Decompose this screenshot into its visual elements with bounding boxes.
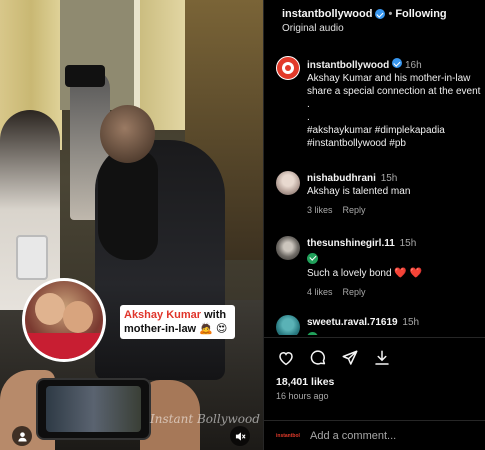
inset-couple-photo (22, 278, 106, 362)
video-watermark: Instant Bollywood (150, 412, 260, 426)
curtain-middle (140, 0, 185, 130)
heart-icon (279, 351, 293, 366)
comment-time: 15h (399, 238, 417, 249)
account-avatar[interactable] (276, 56, 300, 80)
hugging-man-head (100, 105, 155, 163)
comment-text: Akshay is talented man (307, 186, 411, 197)
caption-time: 16h (405, 60, 422, 71)
tagged-users-button[interactable] (12, 426, 32, 446)
phone-recording (36, 378, 151, 440)
comments-scroll-area[interactable]: instantbollywood 16h Akshay Kumar and hi… (264, 50, 485, 335)
comment-icon (310, 350, 326, 365)
divider (264, 337, 485, 338)
reply-button[interactable]: Reply (343, 204, 366, 217)
video-camera (65, 65, 105, 87)
caption-line: Akshay Kumar and his mother-in-law (307, 73, 471, 84)
action-bar (276, 346, 392, 370)
comment-composer: instantbollywood (264, 420, 485, 450)
comment-button[interactable] (308, 348, 328, 368)
header-separator: • (388, 8, 393, 20)
caption-dot: . (307, 99, 310, 110)
comment-text: Such a lovely bond (307, 268, 392, 279)
mute-button[interactable] (230, 426, 250, 446)
comment-username[interactable]: thesunshinegirl.11 (307, 238, 395, 249)
composer-logo: instantbollywood (276, 432, 300, 439)
hashtags[interactable]: #instantbollywood #pb (307, 137, 485, 150)
avatar[interactable] (276, 315, 300, 335)
caption-text-2: mother-in-law (124, 323, 197, 335)
caption-highlight: Akshay Kumar (124, 309, 202, 321)
likes-count[interactable]: 18,401 likes (276, 376, 334, 388)
audio-link[interactable]: Original audio (282, 23, 485, 34)
caption-dot: . (307, 112, 310, 123)
post-age: 16 hours ago (276, 391, 329, 401)
avatar[interactable] (276, 171, 300, 195)
comment-likes[interactable]: 3 likes (307, 204, 333, 217)
green-check-icon (307, 331, 318, 335)
comment-time: 15h (380, 173, 398, 184)
reply-button[interactable]: Reply (343, 286, 366, 299)
comment-username[interactable]: sweetu.raval.71619 (307, 317, 398, 328)
download-button[interactable] (372, 348, 392, 368)
hashtags[interactable]: #akshaykumar #dimplekapadia (307, 124, 485, 137)
post-panel: instantbollywood • Following Original au… (263, 0, 485, 450)
verified-badge-icon (375, 9, 386, 19)
user-icon (17, 431, 27, 442)
caption-emojis: 🙇 😍 (196, 323, 228, 335)
following-button[interactable]: Following (395, 8, 446, 20)
caption-text-1: with (201, 309, 227, 321)
comment-likes[interactable]: 4 likes (307, 286, 333, 299)
save-icon (375, 350, 389, 365)
verified-badge-icon (392, 58, 402, 68)
caption-line: share a special connection at the event (307, 86, 481, 97)
mute-icon (235, 431, 246, 441)
comment-time: 15h (402, 317, 420, 328)
green-check-icon (307, 252, 318, 264)
hugging-woman-hair (98, 150, 158, 260)
video-caption-overlay: Akshay Kumar with mother-in-law 🙇 😍 (120, 305, 235, 339)
post-header: instantbollywood • Following Original au… (282, 8, 485, 42)
avatar[interactable] (276, 236, 300, 260)
comment-username[interactable]: nishabudhrani (307, 173, 376, 184)
caption-username[interactable]: instantbollywood (307, 60, 389, 71)
heart-emojis: ❤️ ❤️ (394, 268, 422, 279)
comment-input[interactable] (310, 429, 480, 442)
phone-in-hand (16, 235, 48, 280)
share-button[interactable] (340, 348, 360, 368)
like-button[interactable] (276, 348, 296, 368)
header-username[interactable]: instantbollywood (282, 8, 372, 20)
reel-video[interactable]: Akshay Kumar with mother-in-law 🙇 😍 Inst… (0, 0, 263, 450)
share-icon (342, 350, 358, 365)
